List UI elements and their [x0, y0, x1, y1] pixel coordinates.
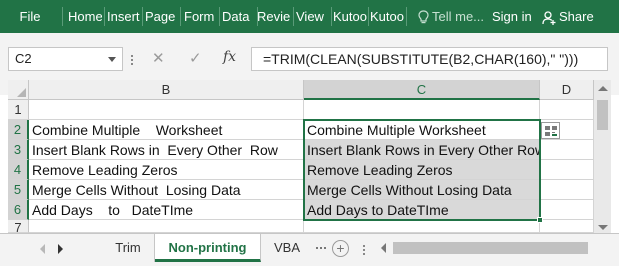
tab-split-handle[interactable]	[363, 245, 366, 255]
cell-c4[interactable]: Remove Leading Zeros	[304, 160, 540, 180]
ribbon-separator	[180, 7, 181, 26]
row-header[interactable]: 6	[8, 200, 29, 220]
ribbon-separator	[62, 7, 63, 26]
tab-kutools-plus[interactable]: Kutoo	[370, 0, 405, 33]
sheet-tabs-bar: Trim Non-printing VBA +	[0, 233, 619, 266]
lightbulb-icon	[418, 10, 429, 24]
tab-home[interactable]: Home	[68, 0, 102, 33]
scrollbar-thumb[interactable]	[597, 100, 608, 130]
cell-b2[interactable]: Combine Multiple Worksheet	[29, 120, 304, 140]
scroll-left-icon[interactable]	[381, 243, 386, 253]
share-button[interactable]: Share	[538, 5, 613, 28]
ribbon-separator	[406, 7, 407, 26]
tell-me-search[interactable]: Tell me...	[418, 0, 484, 33]
cancel-icon[interactable]: ✕	[152, 49, 165, 67]
cell-b5[interactable]: Merge Cells Without Losing Data	[29, 180, 304, 200]
tab-page[interactable]: Page	[145, 0, 179, 33]
column-header-c[interactable]: C	[304, 80, 540, 100]
sign-in-link[interactable]: Sign in	[492, 0, 532, 33]
cell-c6[interactable]: Add Days to DateTIme	[304, 200, 540, 220]
cell-d7[interactable]	[540, 220, 594, 233]
person-icon	[542, 10, 556, 25]
formula-input[interactable]: =TRIM(CLEAN(SUBSTITUTE(B2,CHAR(160)," ")…	[251, 47, 608, 71]
cell-c3[interactable]: Insert Blank Rows in Every Other Row	[304, 140, 540, 160]
row-header[interactable]: 7	[8, 220, 29, 233]
cell-d3[interactable]	[540, 140, 594, 160]
tab-view[interactable]: View	[296, 0, 330, 33]
sheet-tab-non-printing[interactable]: Non-printing	[155, 234, 261, 262]
cell-c1[interactable]	[304, 100, 540, 120]
cell-b4[interactable]: Remove Leading Zeros	[29, 160, 304, 180]
fill-handle[interactable]	[537, 217, 543, 223]
sheet-tab-vba[interactable]: VBA	[261, 234, 312, 262]
insert-function-icon[interactable]: fx	[223, 49, 236, 65]
next-sheet-icon[interactable]	[58, 244, 63, 254]
tab-review[interactable]: Revie	[257, 0, 292, 33]
cell-b7[interactable]	[29, 220, 304, 233]
share-label: Share	[559, 9, 594, 24]
name-box-value: C2	[15, 51, 32, 66]
ribbon-separator	[331, 7, 332, 26]
sheet-tab-trim[interactable]: Trim	[102, 234, 155, 262]
ribbon-separator	[219, 7, 220, 26]
scroll-up-icon[interactable]	[598, 86, 608, 91]
cell-d6[interactable]	[540, 200, 594, 220]
horizontal-scrollbar-thumb[interactable]	[393, 242, 588, 254]
cell-c2[interactable]: Combine Multiple Worksheet	[304, 120, 540, 140]
ribbon: File Home Insert Page Form Data Revie Vi…	[0, 0, 619, 33]
row-header[interactable]: 4	[8, 160, 29, 180]
cell-b6[interactable]: Add Days to DateTIme	[29, 200, 304, 220]
add-sheet-icon[interactable]: +	[332, 240, 349, 257]
column-header-b[interactable]: B	[29, 80, 304, 100]
select-all-button[interactable]	[8, 80, 29, 100]
vertical-scrollbar[interactable]	[594, 80, 611, 233]
tab-data[interactable]: Data	[222, 0, 256, 33]
cell-d5[interactable]	[540, 180, 594, 200]
cell-d4[interactable]	[540, 160, 594, 180]
row-header[interactable]: 5	[8, 180, 29, 200]
column-header-d[interactable]: D	[540, 80, 594, 100]
chevron-down-icon[interactable]	[108, 57, 116, 62]
tell-me-text: Tell me...	[432, 9, 485, 24]
ribbon-separator	[104, 7, 105, 26]
tab-kutools[interactable]: Kutoo	[333, 0, 368, 33]
tab-form[interactable]: Form	[184, 0, 218, 33]
formula-bar-resize-handle[interactable]	[131, 55, 134, 65]
cell-c7[interactable]	[304, 220, 540, 233]
tab-insert[interactable]: Insert	[107, 0, 141, 33]
row-header[interactable]: 1	[8, 100, 29, 120]
cell-b3[interactable]: Insert Blank Rows in Every Other Row	[29, 140, 304, 160]
name-box[interactable]: C2	[8, 47, 123, 71]
enter-check-icon[interactable]: ✓	[189, 49, 202, 67]
previous-sheet-icon[interactable]	[40, 244, 45, 254]
cell-b1[interactable]	[29, 100, 304, 120]
quick-analysis-icon[interactable]	[541, 122, 560, 139]
row-header[interactable]: 2	[8, 120, 29, 140]
row-header[interactable]: 3	[8, 140, 29, 160]
tab-file[interactable]: File	[10, 0, 50, 33]
scroll-down-icon[interactable]	[598, 225, 608, 230]
cell-c5[interactable]: Merge Cells Without Losing Data	[304, 180, 540, 200]
cell-d1[interactable]	[540, 100, 594, 120]
ribbon-separator	[368, 7, 369, 26]
ribbon-separator	[293, 7, 294, 26]
ribbon-separator	[142, 7, 143, 26]
more-sheets-ellipsis[interactable]	[316, 247, 328, 250]
